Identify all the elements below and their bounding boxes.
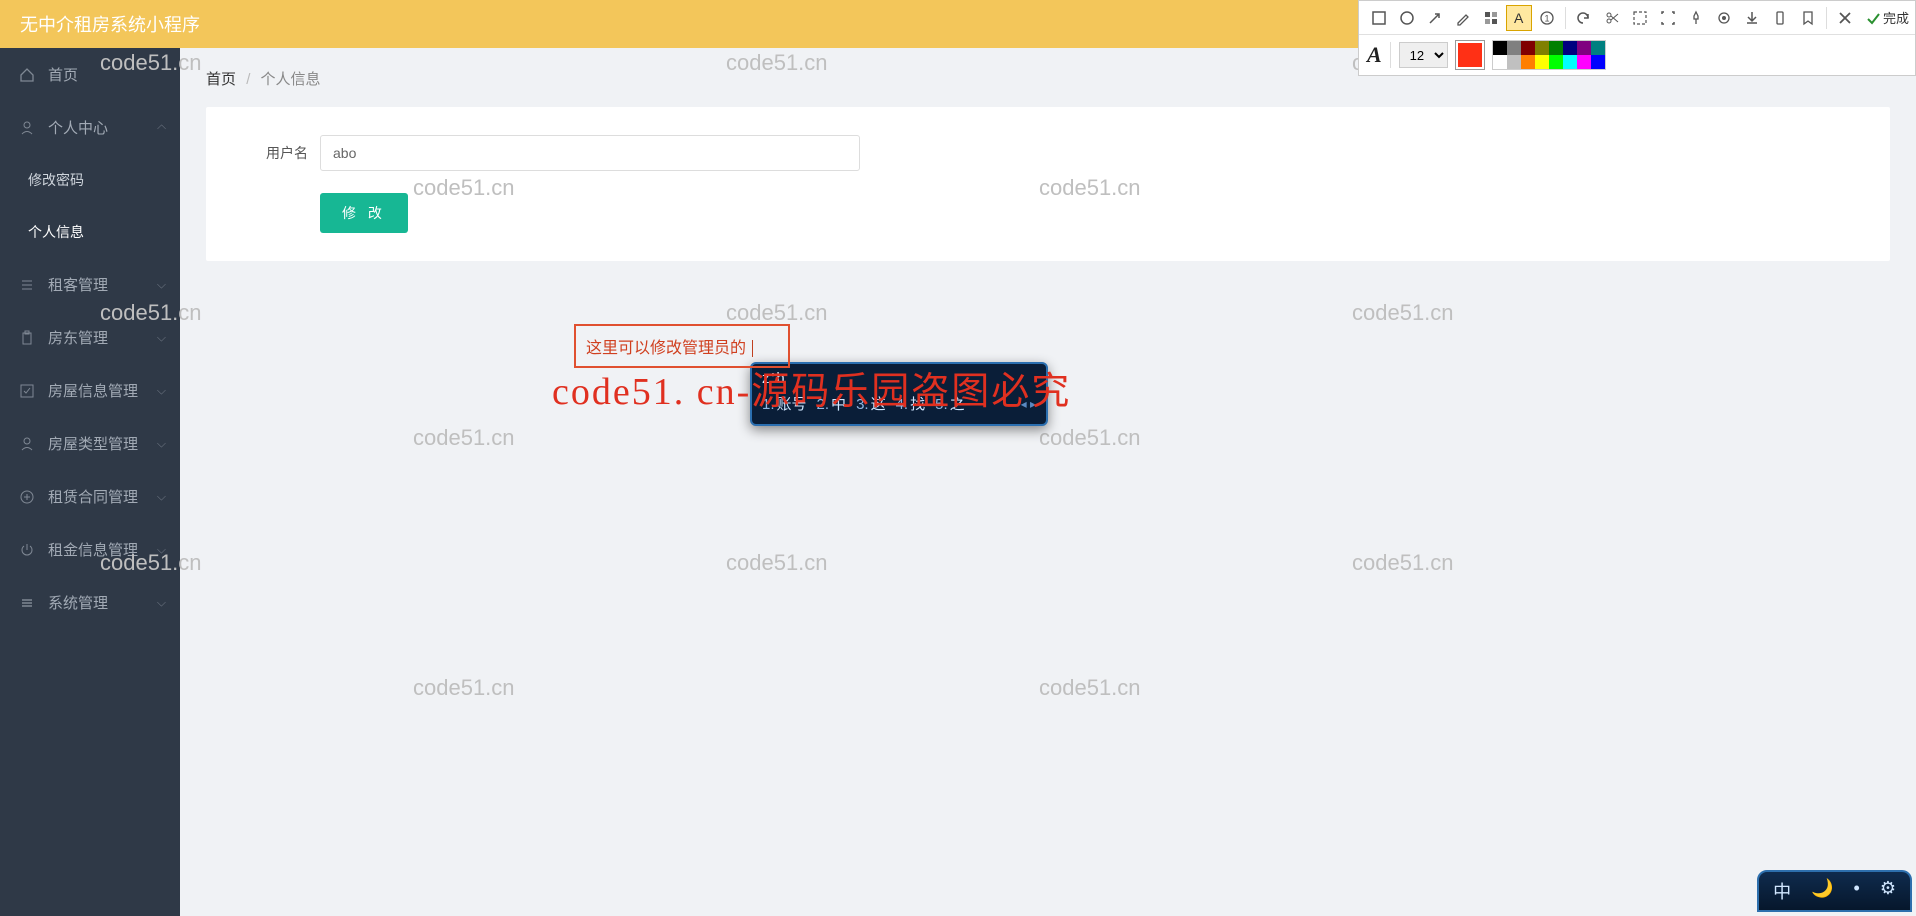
- sidebar-item-label: 个人中心: [48, 117, 108, 138]
- ime-status-bar[interactable]: 中 🌙 • ⚙: [1757, 870, 1912, 912]
- sidebar-item[interactable]: 房屋信息管理 ⌵: [0, 364, 180, 417]
- color-swatch[interactable]: [1577, 55, 1591, 69]
- sidebar-item-label: 房东管理: [48, 327, 108, 348]
- color-swatch[interactable]: [1493, 41, 1507, 55]
- chevron-down-icon: ⌵: [157, 277, 166, 292]
- sidebar-item-label: 租金信息管理: [48, 539, 138, 560]
- sidebar-item[interactable]: 租客管理 ⌵: [0, 258, 180, 311]
- chevron-down-icon: ⌵: [157, 383, 166, 398]
- clipboard-icon: [18, 329, 36, 347]
- scan-icon[interactable]: [1655, 5, 1681, 31]
- target-icon[interactable]: [1711, 5, 1737, 31]
- sidebar-item[interactable]: 首页: [0, 48, 180, 101]
- color-swatch[interactable]: [1535, 41, 1549, 55]
- pin-icon[interactable]: [1683, 5, 1709, 31]
- chevron-down-icon: ⌵: [157, 436, 166, 451]
- sidebar-item-label: 房屋信息管理: [48, 380, 138, 401]
- font-size-select[interactable]: 12: [1399, 42, 1448, 68]
- sidebar-item-label: 租客管理: [48, 274, 108, 295]
- sidebar-item[interactable]: 系统管理 ⌵: [0, 576, 180, 629]
- ime-settings-icon[interactable]: ⚙: [1880, 878, 1896, 904]
- color-swatch[interactable]: [1493, 55, 1507, 69]
- svg-text:1: 1: [1544, 13, 1549, 23]
- color-swatch[interactable]: [1577, 41, 1591, 55]
- chevron-down-icon: ⌵: [157, 120, 166, 135]
- ime-punct-icon[interactable]: •: [1854, 878, 1860, 904]
- square-check-icon: [18, 382, 36, 400]
- plus-circle-icon: [18, 488, 36, 506]
- pencil-tool-icon[interactable]: [1450, 5, 1476, 31]
- menu-icon: [18, 594, 36, 612]
- sidebar-item[interactable]: 租金信息管理 ⌵: [0, 523, 180, 576]
- color-swatch[interactable]: [1591, 41, 1605, 55]
- color-palette: [1492, 40, 1606, 70]
- ocr-icon[interactable]: [1627, 5, 1653, 31]
- scissors-icon[interactable]: [1599, 5, 1625, 31]
- breadcrumb-current: 个人信息: [261, 71, 321, 88]
- rect-tool-icon[interactable]: [1366, 5, 1392, 31]
- text-tool-icon[interactable]: A: [1506, 5, 1532, 31]
- sidebar-subitem[interactable]: 修改密码: [0, 154, 180, 206]
- submit-button[interactable]: 修 改: [320, 193, 408, 233]
- undo-icon[interactable]: [1571, 5, 1597, 31]
- counter-tool-icon[interactable]: 1: [1534, 5, 1560, 31]
- arrow-tool-icon[interactable]: [1422, 5, 1448, 31]
- download-icon[interactable]: [1739, 5, 1765, 31]
- color-swatch[interactable]: [1549, 41, 1563, 55]
- sidebar-item[interactable]: 房东管理 ⌵: [0, 311, 180, 364]
- home-icon: [18, 66, 36, 84]
- sidebar-item-label: 租赁合同管理: [48, 486, 138, 507]
- color-swatch[interactable]: [1507, 41, 1521, 55]
- sidebar-item-label: 系统管理: [48, 592, 108, 613]
- chevron-down-icon: ⌵: [157, 489, 166, 504]
- form-actions: 修 改: [240, 193, 1856, 233]
- sidebar-item-label: 房屋类型管理: [48, 433, 138, 454]
- sidebar: 首页个人中心⌵修改密码个人信息租客管理⌵房东管理⌵房屋信息管理⌵房屋类型管理⌵租…: [0, 48, 180, 916]
- phone-icon[interactable]: [1767, 5, 1793, 31]
- annotation-text-options: A 12: [1359, 35, 1915, 75]
- mosaic-tool-icon[interactable]: [1478, 5, 1504, 31]
- color-swatch[interactable]: [1549, 55, 1563, 69]
- form-panel: 用户名 修 改: [206, 107, 1890, 261]
- watermark-warning-text: code51. cn-源码乐园盗图必究: [552, 360, 1071, 415]
- username-label: 用户名: [240, 143, 308, 163]
- color-swatch[interactable]: [1507, 55, 1521, 69]
- sidebar-item-label: 首页: [48, 64, 78, 85]
- list-icon: [18, 276, 36, 294]
- svg-text:A: A: [1514, 10, 1524, 26]
- color-swatch[interactable]: [1521, 55, 1535, 69]
- color-swatch[interactable]: [1535, 55, 1549, 69]
- breadcrumb-sep: /: [246, 71, 250, 88]
- main-content: 首页 / 个人信息 用户名 修 改: [180, 48, 1916, 916]
- ime-moon-icon[interactable]: 🌙: [1811, 878, 1833, 904]
- chevron-down-icon: ⌵: [157, 330, 166, 345]
- chevron-down-icon: ⌵: [157, 595, 166, 610]
- username-input[interactable]: [320, 135, 860, 171]
- bookmark-icon[interactable]: [1795, 5, 1821, 31]
- user-icon: [18, 119, 36, 137]
- sidebar-item[interactable]: 租赁合同管理 ⌵: [0, 470, 180, 523]
- sidebar-subitem[interactable]: 个人信息: [0, 206, 180, 258]
- sidebar-item[interactable]: 房屋类型管理 ⌵: [0, 417, 180, 470]
- color-swatch[interactable]: [1563, 41, 1577, 55]
- done-button[interactable]: 完成: [1865, 8, 1909, 27]
- annotation-tools-row: A 1 完成: [1359, 1, 1915, 35]
- sidebar-item[interactable]: 个人中心 ⌵: [0, 101, 180, 154]
- power-icon: [18, 541, 36, 559]
- close-icon[interactable]: [1832, 5, 1858, 31]
- color-swatch[interactable]: [1591, 55, 1605, 69]
- font-style-icon[interactable]: A: [1367, 42, 1391, 68]
- selected-color-swatch[interactable]: [1456, 41, 1484, 69]
- chevron-down-icon: ⌵: [157, 542, 166, 557]
- color-swatch[interactable]: [1563, 55, 1577, 69]
- app-title: 无中介租房系统小程序: [20, 11, 200, 37]
- breadcrumb-home[interactable]: 首页: [206, 71, 236, 88]
- annotation-toolbar: A 1 完成 A 12: [1358, 0, 1916, 76]
- ime-lang-toggle[interactable]: 中: [1773, 878, 1791, 904]
- color-swatch[interactable]: [1521, 41, 1535, 55]
- ellipse-tool-icon[interactable]: [1394, 5, 1420, 31]
- form-row-username: 用户名: [240, 135, 1856, 171]
- user-icon: [18, 435, 36, 453]
